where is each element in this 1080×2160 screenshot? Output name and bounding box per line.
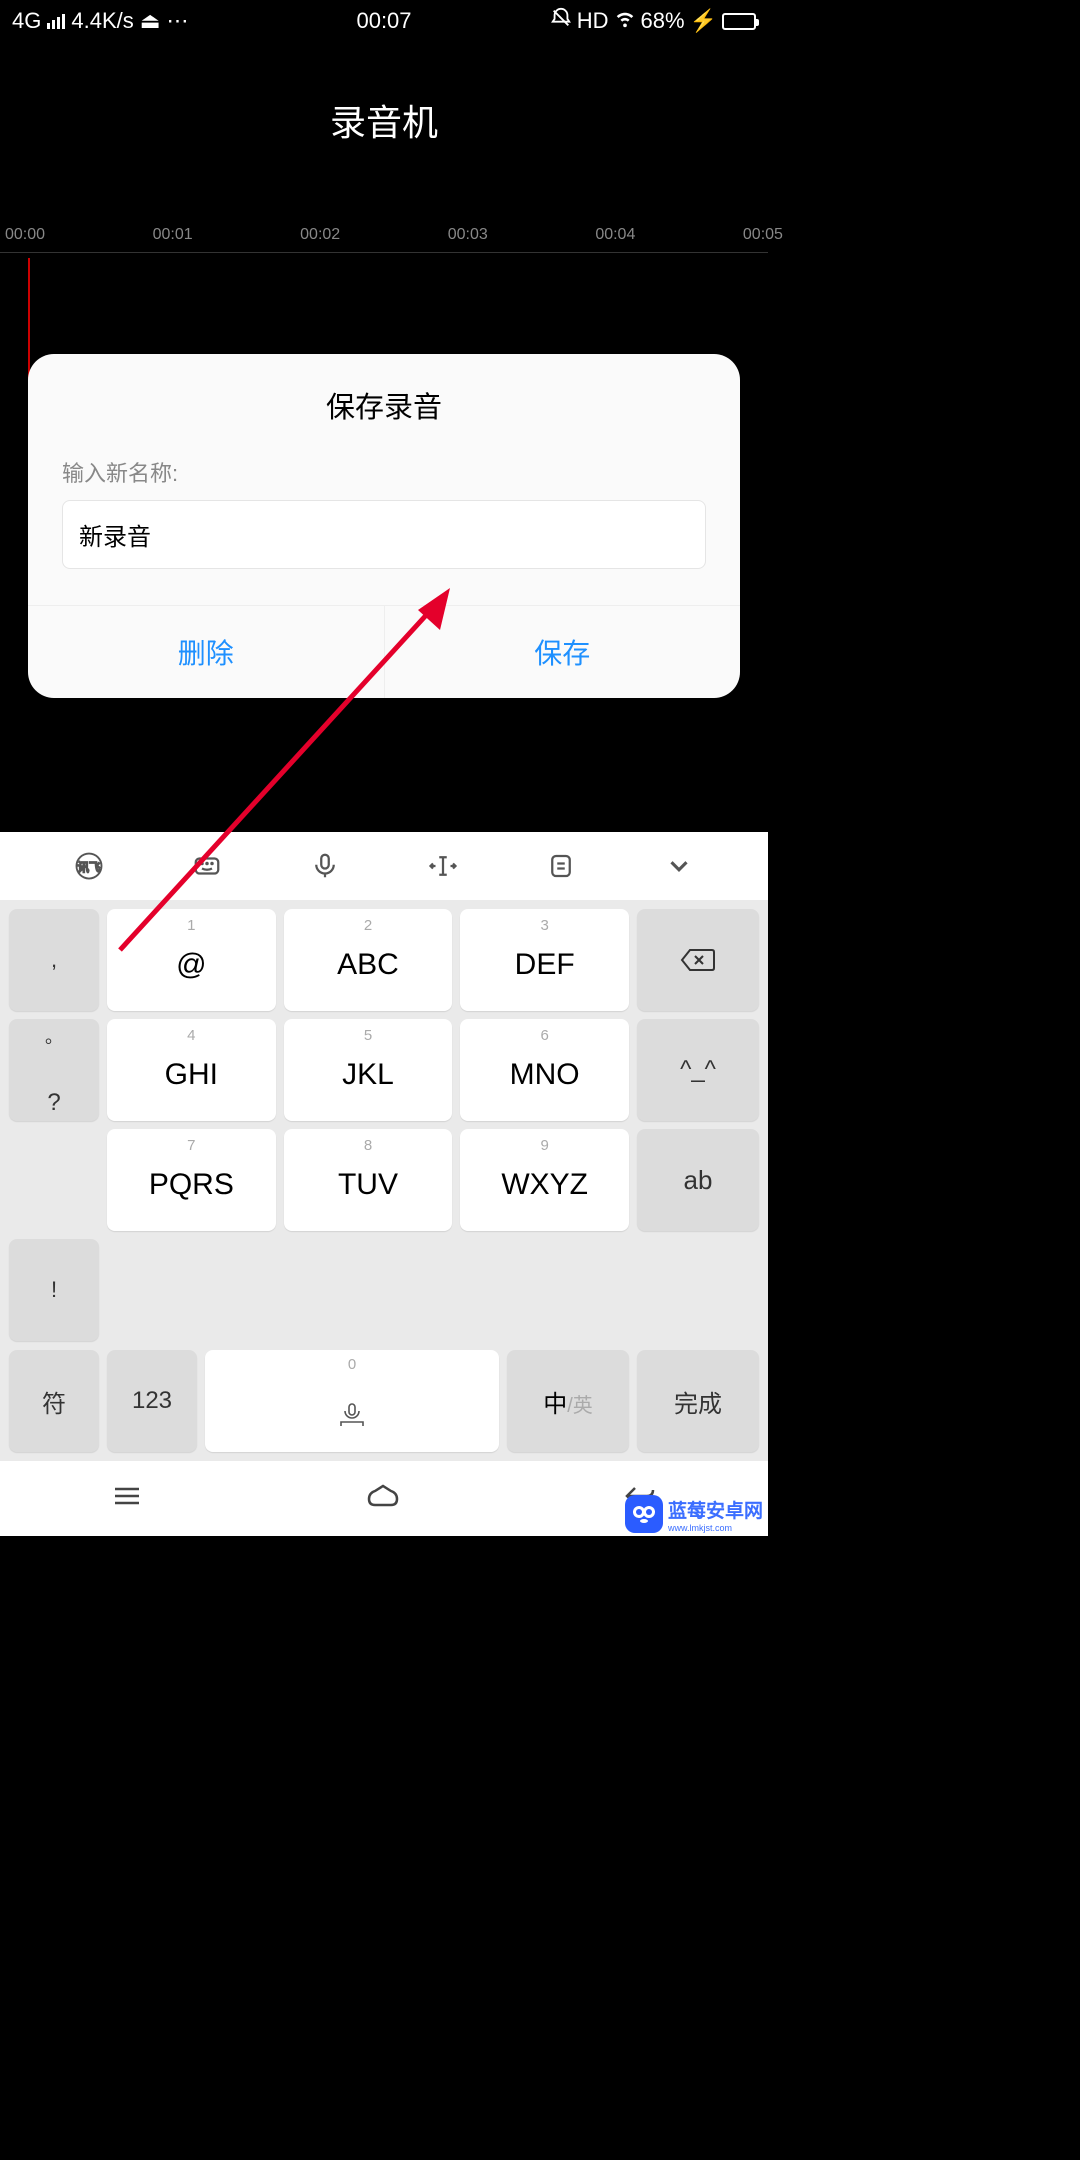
key-4[interactable]: 4GHI [107, 1019, 276, 1121]
key-language[interactable]: 中/英 [507, 1350, 629, 1452]
more-icon: ⋯ [167, 8, 189, 34]
wifi-icon [614, 7, 636, 35]
key-done[interactable]: 完成 [637, 1350, 759, 1452]
signal-icon [47, 14, 65, 29]
key-period-question[interactable]: 。? [9, 1019, 99, 1121]
battery-pct: 68% [641, 8, 685, 34]
time-mark: 00:00 [5, 226, 45, 244]
charging-icon: ⚡ [690, 8, 717, 34]
ime-logo-icon[interactable]: 讯飞 [71, 848, 107, 884]
key-comma[interactable]: , [9, 909, 99, 1011]
time-mark: 00:05 [743, 226, 783, 244]
time-mark: 00:03 [448, 226, 488, 244]
mic-icon[interactable] [307, 848, 343, 884]
key-8[interactable]: 8TUV [284, 1129, 453, 1231]
collapse-keyboard-icon[interactable] [661, 848, 697, 884]
status-right: HD 68% ⚡ [550, 7, 756, 35]
usb-icon: ⏏ [140, 8, 161, 34]
network-type: 4G [12, 8, 41, 34]
key-symbol[interactable]: 符 [9, 1350, 99, 1452]
hd-label: HD [577, 8, 609, 34]
page-title: 录音机 [0, 42, 768, 146]
save-dialog: 保存录音 输入新名称: 新录音 删除 保存 [28, 354, 740, 698]
clipboard-icon[interactable] [543, 848, 579, 884]
key-2[interactable]: 2ABC [284, 909, 453, 1011]
time-mark: 00:01 [153, 226, 193, 244]
time-mark: 00:02 [300, 226, 340, 244]
keyboard: 讯飞 , 1@ 2ABC 3DEF 。? 4GHI 5JKL 6MNO ^_^ … [0, 832, 768, 1461]
status-left: 4G 4.4K/s ⏏ ⋯ [12, 8, 189, 34]
key-9[interactable]: 9WXYZ [460, 1129, 629, 1231]
key-3[interactable]: 3DEF [460, 909, 629, 1011]
filename-input[interactable]: 新录音 [62, 500, 706, 569]
time-marks: 00:00 00:01 00:02 00:03 00:04 00:05 [0, 226, 768, 244]
nav-home-icon[interactable] [365, 1483, 401, 1514]
keyboard-icon[interactable] [189, 848, 225, 884]
key-1[interactable]: 1@ [107, 909, 276, 1011]
mute-icon [550, 7, 572, 35]
status-bar: 4G 4.4K/s ⏏ ⋯ 00:07 HD 68% ⚡ [0, 0, 768, 42]
key-exclaim[interactable]: ! [9, 1239, 99, 1341]
clock: 00:07 [356, 8, 411, 34]
key-emoji[interactable]: ^_^ [637, 1019, 759, 1121]
watermark-text: 蓝莓安卓网 [668, 1501, 763, 1522]
battery-icon [722, 13, 756, 30]
dialog-label: 输入新名称: [62, 456, 706, 488]
key-5[interactable]: 5JKL [284, 1019, 453, 1121]
key-numeric[interactable]: 123 [107, 1350, 197, 1452]
svg-text:讯飞: 讯飞 [78, 861, 101, 874]
key-6[interactable]: 6MNO [460, 1019, 629, 1121]
recording-timeline: 00:00 00:01 00:02 00:03 00:04 00:05 [0, 226, 768, 256]
key-ab[interactable]: ab [637, 1129, 759, 1231]
key-backspace[interactable] [637, 909, 759, 1011]
delete-button[interactable]: 删除 [28, 606, 385, 698]
keyboard-toolbar: 讯飞 [0, 832, 768, 900]
nav-recent-icon[interactable] [111, 1484, 143, 1513]
network-speed: 4.4K/s [71, 8, 133, 34]
watermark-url: www.lmkjst.com [668, 1523, 763, 1533]
watermark: 蓝莓安卓网 www.lmkjst.com [625, 1495, 763, 1533]
time-mark: 00:04 [595, 226, 635, 244]
key-space[interactable]: 0 [205, 1350, 499, 1452]
watermark-icon [625, 1495, 663, 1533]
save-button[interactable]: 保存 [385, 606, 741, 698]
key-7[interactable]: 7PQRS [107, 1129, 276, 1231]
dialog-title: 保存录音 [28, 384, 740, 426]
cursor-icon[interactable] [425, 848, 461, 884]
